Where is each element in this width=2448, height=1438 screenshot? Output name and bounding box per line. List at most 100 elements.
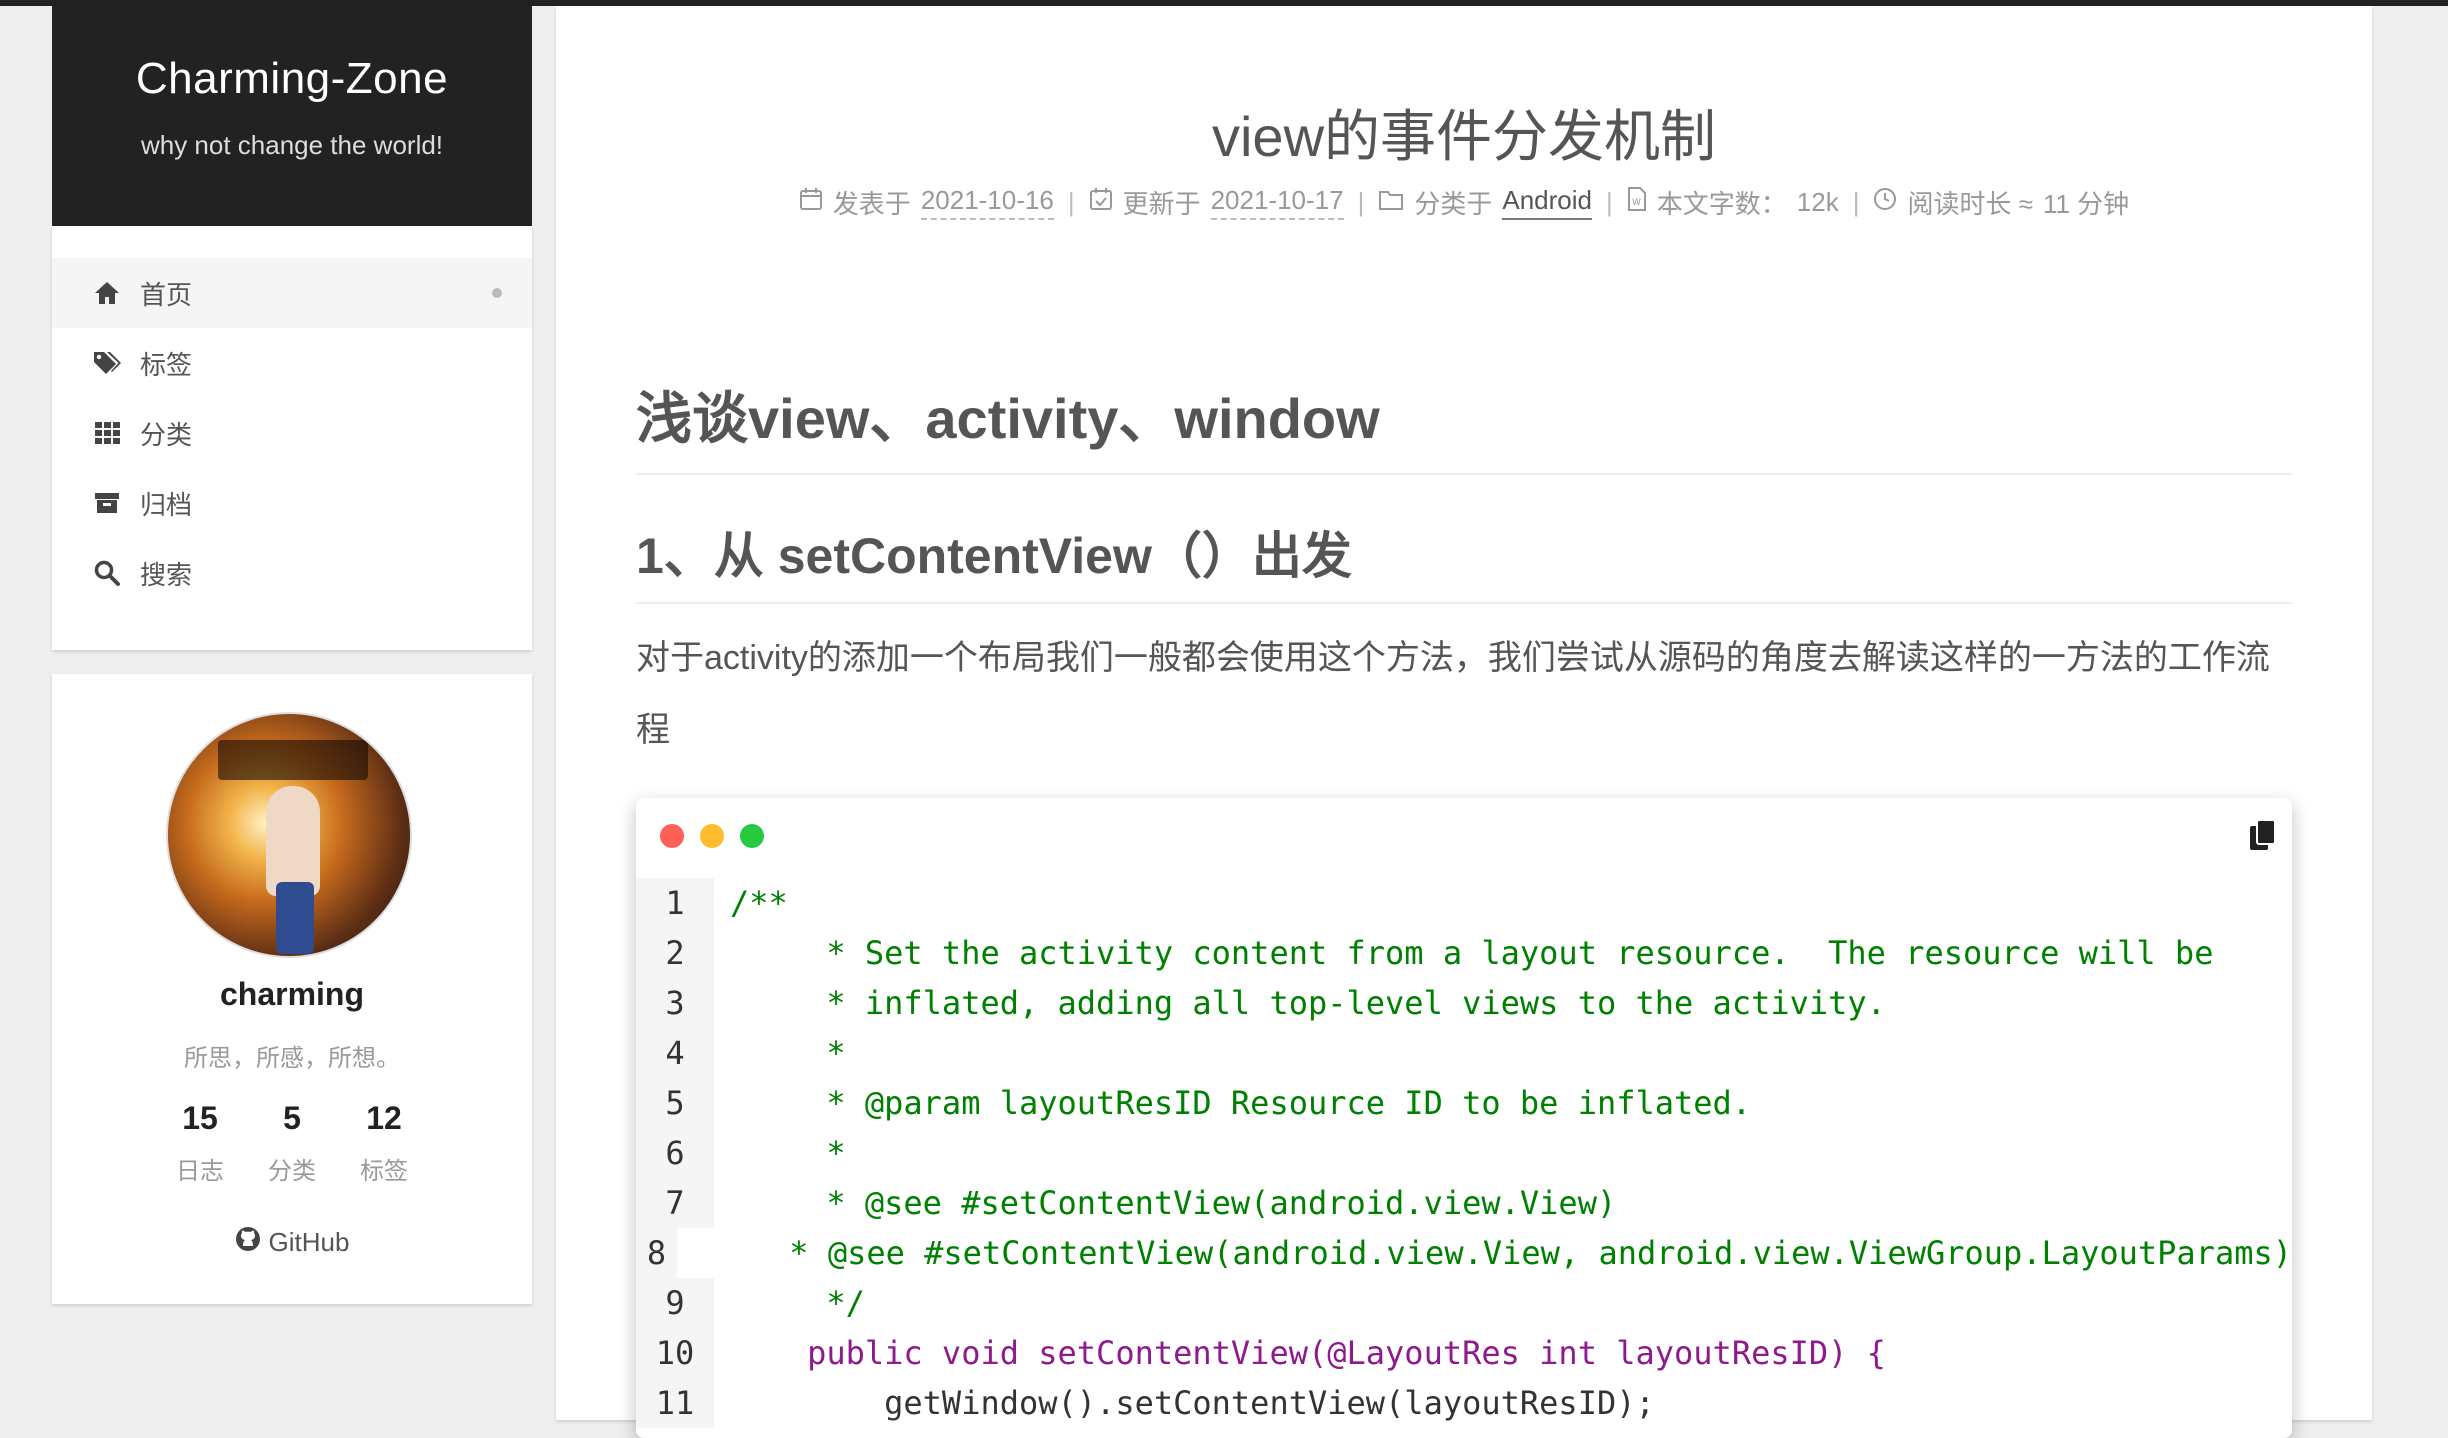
site-title[interactable]: Charming-Zone [52, 54, 532, 104]
folder-icon [1378, 187, 1404, 218]
sidebar-menu: 首页 标签 分类 归档 搜索 [52, 226, 532, 650]
code-line: 9 */ [636, 1278, 2292, 1328]
code-block: 1 /** 2 * Set the activity content from a… [636, 798, 2292, 1438]
code-text: * Set the activity content from a layout… [730, 934, 2214, 972]
meta-updated-date: 2021-10-17 [1210, 185, 1344, 220]
search-icon [92, 558, 122, 588]
github-link[interactable]: GitHub [52, 1226, 532, 1259]
minimize-light [700, 824, 724, 848]
svg-text:W: W [1632, 198, 1641, 208]
code-text: * @param layoutResID Resource ID to be i… [730, 1084, 1752, 1122]
close-light [660, 824, 684, 848]
home-icon [92, 278, 122, 308]
meta-updated: 更新于 2021-10-17 [1089, 184, 1344, 221]
author-description: 所思，所感，所想。 [184, 1045, 400, 1072]
menu-item-home[interactable]: 首页 [52, 258, 532, 328]
grid-icon [92, 418, 122, 448]
author-name: charming [219, 976, 365, 1012]
author-profile: charming 所思，所感，所想。 15 日志 5 分类 12 标签 GitH… [52, 674, 532, 1304]
code-text: * @see #setContentView(android.view.View… [692, 1234, 2292, 1272]
meta-words-value: 12k [1796, 187, 1839, 217]
code-text: getWindow().setContentView(layoutResID); [730, 1384, 1655, 1422]
subsection-heading: 1、从 setContentView（）出发 [636, 516, 2292, 604]
line-number: 2 [636, 928, 714, 978]
active-indicator [492, 288, 502, 298]
post-meta: 发表于 2021-10-16 | 更新于 2021-10-17 | 分类于 An… [556, 184, 2372, 221]
line-number: 3 [636, 978, 714, 1028]
meta-read-value: 11 分钟 [2042, 189, 2130, 219]
avatar-cuff [276, 882, 314, 954]
stat-label: 标签 [360, 1158, 408, 1185]
menu-item-label: 归档 [140, 489, 193, 520]
code-line: 11 getWindow().setContentView(layoutResI… [636, 1378, 2292, 1428]
code-line: 5 * @param layoutResID Resource ID to be… [636, 1078, 2292, 1128]
menu-item-categories[interactable]: 分类 [52, 398, 532, 468]
meta-posted: 发表于 2021-10-16 [799, 184, 1054, 221]
archive-icon [92, 488, 122, 518]
stat-label: 日志 [176, 1158, 224, 1185]
menu-item-tags[interactable]: 标签 [52, 328, 532, 398]
code-line: 6 * [636, 1128, 2292, 1178]
line-number: 11 [636, 1378, 714, 1428]
menu-item-search[interactable]: 搜索 [52, 538, 532, 608]
line-number: 1 [636, 878, 714, 928]
post-title: view的事件分发机制 [1211, 105, 1717, 168]
meta-words-label: 本文字数： [1656, 189, 1787, 219]
meta-separator: | [1606, 187, 1613, 217]
line-number: 5 [636, 1078, 714, 1128]
code-text: */ [730, 1284, 865, 1322]
meta-category-label: 分类于 [1414, 189, 1493, 219]
meta-separator: | [1852, 187, 1860, 217]
code-line: 1 /** [636, 878, 2292, 928]
stat-number: 12 [366, 1100, 402, 1136]
category-link[interactable]: Android [1502, 185, 1592, 220]
stat-posts[interactable]: 15 日志 [154, 1100, 246, 1186]
meta-posted-date: 2021-10-16 [920, 185, 1054, 220]
calendar-check-icon [1089, 187, 1113, 218]
code-text: * @see #setContentView(android.view.View… [730, 1184, 1617, 1222]
meta-separator: | [1067, 187, 1075, 217]
menu-item-label: 首页 [140, 279, 193, 310]
calendar-icon [799, 187, 823, 218]
section-heading: 浅谈view、activity、window [636, 374, 2292, 475]
menu-item-label: 搜索 [140, 559, 193, 590]
post-container: view的事件分发机制 发表于 2021-10-16 | 更新于 2021-10… [556, 6, 2372, 1438]
avatar-banner [218, 740, 368, 780]
avatar-hand [266, 786, 320, 896]
word-file-icon: W [1627, 187, 1647, 218]
line-number: 6 [636, 1128, 714, 1178]
meta-updated-label: 更新于 [1122, 189, 1201, 219]
stat-categories[interactable]: 5 分类 [246, 1100, 338, 1186]
avatar [166, 712, 412, 958]
stat-number: 15 [182, 1100, 218, 1136]
post-paragraph: 对于activity的添加一个布局我们一般都会使用这个方法，我们尝试从源码的角度… [636, 639, 2270, 749]
code-text: * inflated, adding all top-level views t… [730, 984, 1886, 1022]
menu-item-label: 标签 [140, 349, 193, 380]
code-line: 10 public void setContentView(@LayoutRes… [636, 1328, 2292, 1378]
meta-read-time: 阅读时长 ≈ 11 分钟 [1873, 184, 2129, 221]
code-area: 1 /** 2 * Set the activity content from a… [636, 878, 2292, 1428]
line-number: 10 [636, 1328, 714, 1378]
stat-number: 5 [283, 1100, 301, 1136]
meta-category: 分类于 Android [1378, 184, 1592, 221]
line-number: 7 [636, 1178, 714, 1228]
site-brand: Charming-Zone why not change the world! [52, 6, 532, 226]
github-label: GitHub [268, 1227, 350, 1257]
stat-label: 分类 [268, 1158, 316, 1185]
code-text: * [730, 1034, 846, 1072]
code-line: 3 * inflated, adding all top-level views… [636, 978, 2292, 1028]
code-line: 7 * @see #setContentView(android.view.Vi… [636, 1178, 2292, 1228]
line-number: 8 [636, 1228, 677, 1278]
copy-icon[interactable] [2248, 818, 2278, 852]
menu-item-archives[interactable]: 归档 [52, 468, 532, 538]
meta-posted-label: 发表于 [832, 189, 911, 219]
meta-separator: | [1357, 187, 1365, 217]
meta-words: W 本文字数： 12k [1627, 184, 1839, 221]
github-icon [235, 1226, 261, 1259]
stat-tags[interactable]: 12 标签 [338, 1100, 430, 1186]
code-line: 4 * [636, 1028, 2292, 1078]
window-controls [660, 824, 764, 848]
code-text: public void setContentView(@LayoutRes in… [730, 1334, 1886, 1372]
maximize-light [740, 824, 764, 848]
line-number: 4 [636, 1028, 714, 1078]
